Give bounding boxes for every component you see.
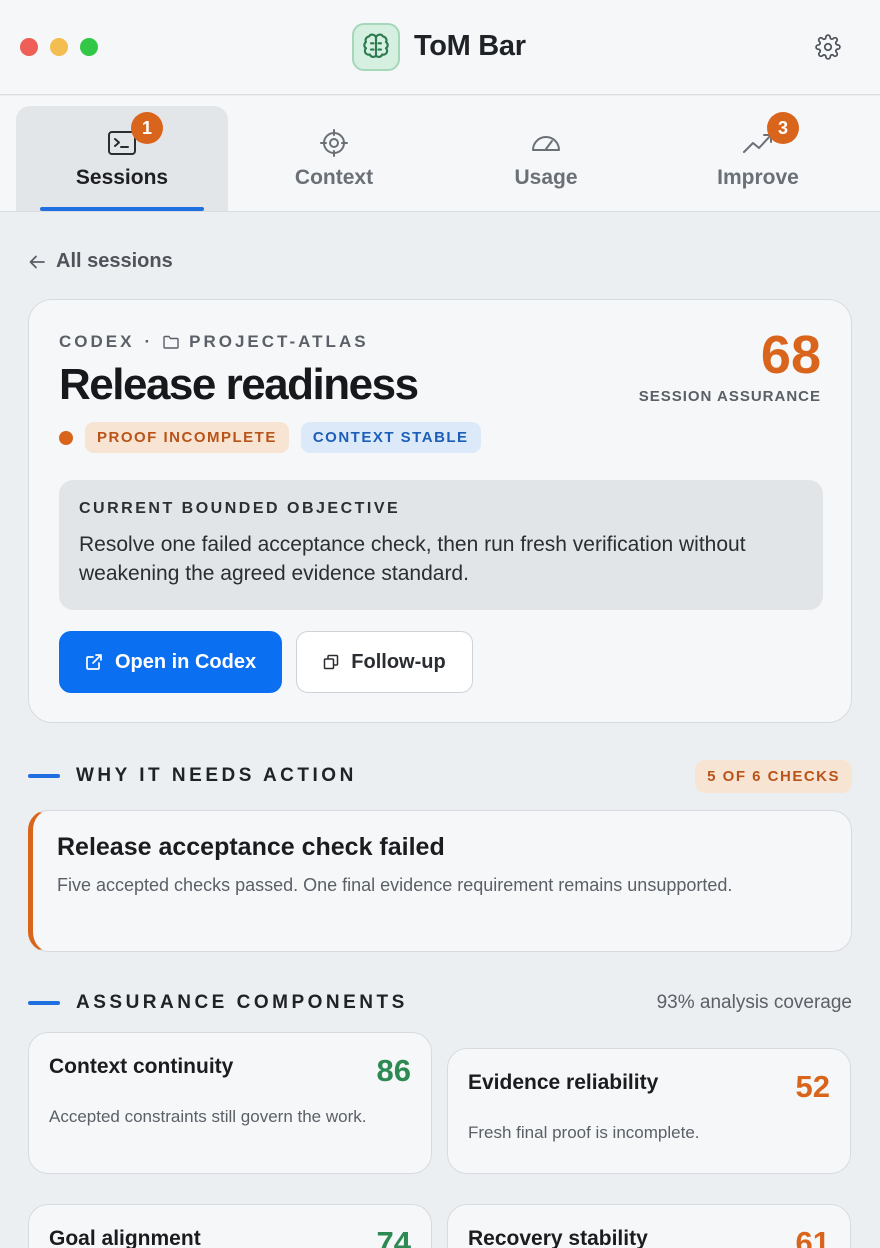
objective-box: CURRENT BOUNDED OBJECTIVE Resolve one fa… (59, 480, 823, 610)
component-card-recovery-stability[interactable]: Recovery stability 61 (447, 1204, 851, 1248)
proof-status-badge: PROOF INCOMPLETE (85, 422, 289, 453)
tab-improve[interactable]: 3 Improve (652, 106, 864, 211)
brain-icon (352, 23, 400, 71)
follow-up-label: Follow-up (351, 650, 446, 673)
session-card: CODEX · PROJECT-ATLAS Release readiness … (28, 299, 852, 723)
component-description: Fresh final proof is incomplete. (468, 1123, 700, 1142)
component-title: Evidence reliability (468, 1071, 659, 1094)
open-in-codex-button[interactable]: Open in Codex (59, 631, 282, 693)
tab-bar: 1 Sessions Context Usage 3 Improve (0, 96, 880, 212)
active-tab-indicator (40, 207, 204, 211)
component-title: Goal alignment (49, 1227, 201, 1248)
checks-count-badge: 5 OF 6 CHECKS (695, 759, 852, 793)
tab-context[interactable]: Context (228, 106, 440, 211)
why-section-header: WHY IT NEEDS ACTION 5 OF 6 CHECKS (28, 759, 852, 793)
component-title: Context continuity (49, 1055, 234, 1078)
session-assurance-score: 68 (760, 325, 821, 385)
alert-title: Release acceptance check failed (57, 833, 445, 861)
status-row: PROOF INCOMPLETE CONTEXT STABLE (59, 422, 481, 453)
app-title: ToM Bar (414, 30, 526, 62)
follow-up-button[interactable]: Follow-up (296, 631, 473, 693)
project-name: PROJECT-ATLAS (189, 332, 369, 351)
status-dot (59, 430, 73, 445)
component-description: Accepted constraints still govern the wo… (49, 1107, 367, 1126)
arrow-left-icon (29, 255, 45, 268)
tab-label: Context (294, 166, 374, 189)
tab-usage[interactable]: Usage (440, 106, 652, 211)
analysis-coverage: 93% analysis coverage (656, 992, 852, 1013)
component-score: 74 (376, 1225, 411, 1248)
folder-icon (163, 335, 179, 349)
target-icon (317, 126, 351, 160)
tab-label: Sessions (75, 166, 169, 189)
context-status-badge: CONTEXT STABLE (300, 422, 481, 453)
settings-button[interactable] (813, 32, 843, 62)
minimize-window-button[interactable] (50, 38, 68, 56)
tab-label: Improve (717, 166, 799, 189)
agent-name: CODEX (59, 332, 135, 351)
component-score: 52 (795, 1069, 830, 1104)
section-title: WHY IT NEEDS ACTION (76, 765, 357, 786)
open-in-codex-label: Open in Codex (114, 650, 257, 673)
component-score: 61 (795, 1225, 830, 1248)
tab-badge: 3 (767, 112, 799, 144)
copy-icon (324, 654, 339, 670)
session-assurance-label: SESSION ASSURANCE (638, 388, 821, 405)
tab-badge: 1 (131, 112, 163, 144)
component-title: Recovery stability (468, 1227, 648, 1248)
title-bar: ToM Bar (0, 0, 880, 95)
tab-sessions[interactable]: 1 Sessions (16, 106, 228, 211)
failed-check-card[interactable]: Release acceptance check failed Five acc… (28, 810, 852, 952)
component-card-context-continuity[interactable]: Context continuity 86 Accepted constrain… (28, 1032, 432, 1174)
section-accent-bar (28, 1001, 60, 1005)
objective-label: CURRENT BOUNDED OBJECTIVE (79, 500, 401, 517)
external-link-icon (86, 654, 102, 670)
components-section-header: ASSURANCE COMPONENTS 93% analysis covera… (28, 986, 852, 1020)
tab-label: Usage (514, 166, 578, 189)
component-card-evidence-reliability[interactable]: Evidence reliability 52 Fresh final proo… (447, 1048, 851, 1174)
back-label: All sessions (56, 250, 173, 272)
section-accent-bar (28, 774, 60, 778)
component-card-goal-alignment[interactable]: Goal alignment 74 (28, 1204, 432, 1248)
session-breadcrumb: CODEX · PROJECT-ATLAS (59, 332, 369, 352)
close-window-button[interactable] (20, 38, 38, 56)
breadcrumb-separator: · (144, 332, 154, 351)
alert-text: Five accepted checks passed. One final e… (57, 875, 733, 895)
gear-icon (815, 34, 841, 60)
all-sessions-link[interactable]: All sessions (28, 250, 173, 273)
session-title: Release readiness (59, 360, 419, 409)
objective-text: Resolve one failed acceptance check, the… (79, 533, 746, 585)
section-title: ASSURANCE COMPONENTS (76, 992, 408, 1013)
component-score: 86 (376, 1053, 411, 1088)
zoom-window-button[interactable] (80, 38, 98, 56)
gauge-icon (529, 126, 563, 160)
